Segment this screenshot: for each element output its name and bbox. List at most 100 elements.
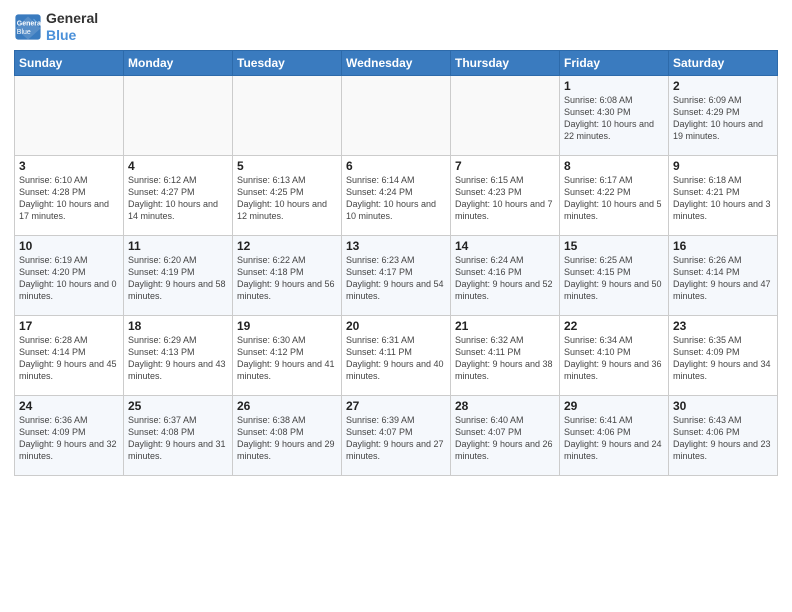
weekday-header-saturday: Saturday bbox=[669, 50, 778, 75]
day-number: 1 bbox=[564, 79, 664, 93]
day-info: Sunrise: 6:19 AM Sunset: 4:20 PM Dayligh… bbox=[19, 254, 119, 303]
header: General Blue General Blue bbox=[14, 10, 778, 44]
day-number: 7 bbox=[455, 159, 555, 173]
calendar-cell: 28Sunrise: 6:40 AM Sunset: 4:07 PM Dayli… bbox=[451, 395, 560, 475]
day-number: 6 bbox=[346, 159, 446, 173]
calendar-cell: 10Sunrise: 6:19 AM Sunset: 4:20 PM Dayli… bbox=[15, 235, 124, 315]
week-row-4: 17Sunrise: 6:28 AM Sunset: 4:14 PM Dayli… bbox=[15, 315, 778, 395]
day-info: Sunrise: 6:41 AM Sunset: 4:06 PM Dayligh… bbox=[564, 414, 664, 463]
day-number: 11 bbox=[128, 239, 228, 253]
day-info: Sunrise: 6:10 AM Sunset: 4:28 PM Dayligh… bbox=[19, 174, 119, 223]
calendar-table: SundayMondayTuesdayWednesdayThursdayFrid… bbox=[14, 50, 778, 476]
calendar-cell: 14Sunrise: 6:24 AM Sunset: 4:16 PM Dayli… bbox=[451, 235, 560, 315]
weekday-header-tuesday: Tuesday bbox=[233, 50, 342, 75]
day-number: 24 bbox=[19, 399, 119, 413]
calendar-cell bbox=[124, 75, 233, 155]
day-info: Sunrise: 6:23 AM Sunset: 4:17 PM Dayligh… bbox=[346, 254, 446, 303]
calendar-cell: 18Sunrise: 6:29 AM Sunset: 4:13 PM Dayli… bbox=[124, 315, 233, 395]
day-number: 17 bbox=[19, 319, 119, 333]
week-row-2: 3Sunrise: 6:10 AM Sunset: 4:28 PM Daylig… bbox=[15, 155, 778, 235]
day-number: 5 bbox=[237, 159, 337, 173]
day-number: 28 bbox=[455, 399, 555, 413]
day-info: Sunrise: 6:34 AM Sunset: 4:10 PM Dayligh… bbox=[564, 334, 664, 383]
day-info: Sunrise: 6:13 AM Sunset: 4:25 PM Dayligh… bbox=[237, 174, 337, 223]
day-number: 8 bbox=[564, 159, 664, 173]
calendar-cell: 21Sunrise: 6:32 AM Sunset: 4:11 PM Dayli… bbox=[451, 315, 560, 395]
day-info: Sunrise: 6:30 AM Sunset: 4:12 PM Dayligh… bbox=[237, 334, 337, 383]
calendar-cell: 17Sunrise: 6:28 AM Sunset: 4:14 PM Dayli… bbox=[15, 315, 124, 395]
day-number: 3 bbox=[19, 159, 119, 173]
day-info: Sunrise: 6:39 AM Sunset: 4:07 PM Dayligh… bbox=[346, 414, 446, 463]
day-number: 13 bbox=[346, 239, 446, 253]
day-info: Sunrise: 6:12 AM Sunset: 4:27 PM Dayligh… bbox=[128, 174, 228, 223]
calendar-cell: 6Sunrise: 6:14 AM Sunset: 4:24 PM Daylig… bbox=[342, 155, 451, 235]
weekday-header-wednesday: Wednesday bbox=[342, 50, 451, 75]
calendar-cell: 13Sunrise: 6:23 AM Sunset: 4:17 PM Dayli… bbox=[342, 235, 451, 315]
day-number: 27 bbox=[346, 399, 446, 413]
calendar-cell: 12Sunrise: 6:22 AM Sunset: 4:18 PM Dayli… bbox=[233, 235, 342, 315]
day-number: 20 bbox=[346, 319, 446, 333]
calendar-cell: 22Sunrise: 6:34 AM Sunset: 4:10 PM Dayli… bbox=[560, 315, 669, 395]
day-number: 23 bbox=[673, 319, 773, 333]
day-info: Sunrise: 6:26 AM Sunset: 4:14 PM Dayligh… bbox=[673, 254, 773, 303]
calendar-cell: 2Sunrise: 6:09 AM Sunset: 4:29 PM Daylig… bbox=[669, 75, 778, 155]
calendar-cell: 5Sunrise: 6:13 AM Sunset: 4:25 PM Daylig… bbox=[233, 155, 342, 235]
calendar-cell: 29Sunrise: 6:41 AM Sunset: 4:06 PM Dayli… bbox=[560, 395, 669, 475]
weekday-header-row: SundayMondayTuesdayWednesdayThursdayFrid… bbox=[15, 50, 778, 75]
day-number: 14 bbox=[455, 239, 555, 253]
day-info: Sunrise: 6:09 AM Sunset: 4:29 PM Dayligh… bbox=[673, 94, 773, 143]
calendar-cell bbox=[451, 75, 560, 155]
day-number: 15 bbox=[564, 239, 664, 253]
calendar-cell: 11Sunrise: 6:20 AM Sunset: 4:19 PM Dayli… bbox=[124, 235, 233, 315]
calendar-cell: 23Sunrise: 6:35 AM Sunset: 4:09 PM Dayli… bbox=[669, 315, 778, 395]
day-info: Sunrise: 6:17 AM Sunset: 4:22 PM Dayligh… bbox=[564, 174, 664, 223]
svg-text:Blue: Blue bbox=[17, 29, 31, 36]
calendar-cell: 19Sunrise: 6:30 AM Sunset: 4:12 PM Dayli… bbox=[233, 315, 342, 395]
main-container: General Blue General Blue SundayMondayTu… bbox=[0, 0, 792, 486]
calendar-cell: 30Sunrise: 6:43 AM Sunset: 4:06 PM Dayli… bbox=[669, 395, 778, 475]
day-number: 10 bbox=[19, 239, 119, 253]
weekday-header-sunday: Sunday bbox=[15, 50, 124, 75]
calendar-cell bbox=[342, 75, 451, 155]
day-info: Sunrise: 6:29 AM Sunset: 4:13 PM Dayligh… bbox=[128, 334, 228, 383]
day-info: Sunrise: 6:22 AM Sunset: 4:18 PM Dayligh… bbox=[237, 254, 337, 303]
day-info: Sunrise: 6:38 AM Sunset: 4:08 PM Dayligh… bbox=[237, 414, 337, 463]
day-number: 9 bbox=[673, 159, 773, 173]
calendar-cell: 20Sunrise: 6:31 AM Sunset: 4:11 PM Dayli… bbox=[342, 315, 451, 395]
logo-text: General Blue bbox=[46, 10, 98, 44]
week-row-5: 24Sunrise: 6:36 AM Sunset: 4:09 PM Dayli… bbox=[15, 395, 778, 475]
weekday-header-friday: Friday bbox=[560, 50, 669, 75]
day-info: Sunrise: 6:14 AM Sunset: 4:24 PM Dayligh… bbox=[346, 174, 446, 223]
calendar-cell: 26Sunrise: 6:38 AM Sunset: 4:08 PM Dayli… bbox=[233, 395, 342, 475]
logo-icon: General Blue bbox=[14, 13, 42, 41]
calendar-cell: 27Sunrise: 6:39 AM Sunset: 4:07 PM Dayli… bbox=[342, 395, 451, 475]
calendar-cell: 25Sunrise: 6:37 AM Sunset: 4:08 PM Dayli… bbox=[124, 395, 233, 475]
week-row-1: 1Sunrise: 6:08 AM Sunset: 4:30 PM Daylig… bbox=[15, 75, 778, 155]
day-info: Sunrise: 6:31 AM Sunset: 4:11 PM Dayligh… bbox=[346, 334, 446, 383]
calendar-cell: 7Sunrise: 6:15 AM Sunset: 4:23 PM Daylig… bbox=[451, 155, 560, 235]
calendar-cell: 16Sunrise: 6:26 AM Sunset: 4:14 PM Dayli… bbox=[669, 235, 778, 315]
day-number: 29 bbox=[564, 399, 664, 413]
day-info: Sunrise: 6:37 AM Sunset: 4:08 PM Dayligh… bbox=[128, 414, 228, 463]
calendar-cell: 15Sunrise: 6:25 AM Sunset: 4:15 PM Dayli… bbox=[560, 235, 669, 315]
day-number: 30 bbox=[673, 399, 773, 413]
calendar-cell bbox=[15, 75, 124, 155]
day-number: 26 bbox=[237, 399, 337, 413]
day-info: Sunrise: 6:25 AM Sunset: 4:15 PM Dayligh… bbox=[564, 254, 664, 303]
day-info: Sunrise: 6:18 AM Sunset: 4:21 PM Dayligh… bbox=[673, 174, 773, 223]
day-info: Sunrise: 6:36 AM Sunset: 4:09 PM Dayligh… bbox=[19, 414, 119, 463]
day-number: 12 bbox=[237, 239, 337, 253]
day-number: 22 bbox=[564, 319, 664, 333]
calendar-cell bbox=[233, 75, 342, 155]
day-number: 21 bbox=[455, 319, 555, 333]
day-info: Sunrise: 6:40 AM Sunset: 4:07 PM Dayligh… bbox=[455, 414, 555, 463]
day-info: Sunrise: 6:24 AM Sunset: 4:16 PM Dayligh… bbox=[455, 254, 555, 303]
day-number: 16 bbox=[673, 239, 773, 253]
calendar-cell: 24Sunrise: 6:36 AM Sunset: 4:09 PM Dayli… bbox=[15, 395, 124, 475]
weekday-header-monday: Monday bbox=[124, 50, 233, 75]
calendar-cell: 1Sunrise: 6:08 AM Sunset: 4:30 PM Daylig… bbox=[560, 75, 669, 155]
calendar-cell: 8Sunrise: 6:17 AM Sunset: 4:22 PM Daylig… bbox=[560, 155, 669, 235]
calendar-cell: 9Sunrise: 6:18 AM Sunset: 4:21 PM Daylig… bbox=[669, 155, 778, 235]
day-info: Sunrise: 6:08 AM Sunset: 4:30 PM Dayligh… bbox=[564, 94, 664, 143]
day-number: 18 bbox=[128, 319, 228, 333]
